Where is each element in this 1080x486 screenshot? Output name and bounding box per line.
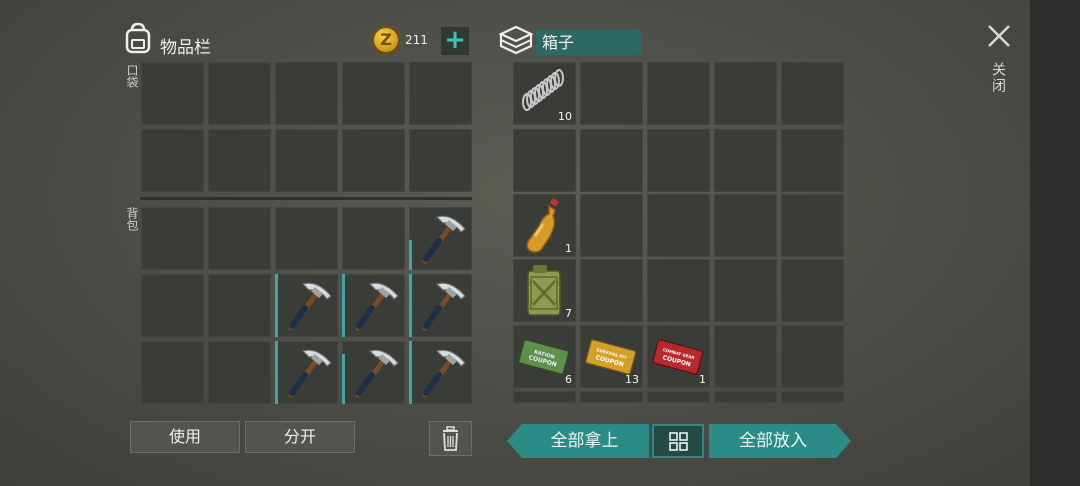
box-slot[interactable] [781, 325, 844, 388]
put-all-button[interactable]: 全部放入 [709, 424, 837, 458]
backpack-label: 背包 [125, 207, 139, 231]
box-slot[interactable] [714, 129, 777, 192]
box-slot[interactable] [513, 129, 576, 192]
pickaxe-icon [409, 207, 472, 270]
backpack-icon [125, 22, 151, 54]
backpack-slot[interactable] [141, 274, 204, 337]
use-button[interactable]: 使用 [130, 421, 240, 453]
pickaxe-icon [342, 341, 405, 404]
pickaxe-icon [275, 274, 338, 337]
split-button[interactable]: 分开 [245, 421, 355, 453]
box-slot[interactable] [580, 391, 643, 403]
backpack-slot[interactable] [409, 341, 472, 404]
backpack-slot[interactable] [141, 341, 204, 404]
backpack-slot[interactable] [208, 207, 271, 270]
box-slot[interactable] [513, 391, 576, 403]
box-slot[interactable]: RATION COUPON 6 [513, 325, 576, 388]
box-slot[interactable] [781, 259, 844, 322]
backpack-slot[interactable] [342, 274, 405, 337]
sort-grid-button[interactable] [652, 424, 704, 458]
backpack-slot[interactable] [342, 341, 405, 404]
box-slot[interactable] [781, 62, 844, 125]
box-slot[interactable]: 10 [513, 62, 576, 125]
backpack-slot[interactable] [409, 274, 472, 337]
box-slot[interactable]: 1 [513, 194, 576, 257]
box-slot[interactable] [647, 62, 710, 125]
box-slot[interactable] [781, 129, 844, 192]
box-slot[interactable]: COMBAT GEAR COUPON 1 [647, 325, 710, 388]
pocket-slot[interactable] [141, 62, 204, 125]
box-slot[interactable] [714, 391, 777, 403]
section-divider [140, 197, 472, 200]
pocket-slot[interactable] [141, 129, 204, 192]
close-icon[interactable] [985, 22, 1013, 50]
pocket-slot[interactable] [342, 62, 405, 125]
item-count: 13 [625, 373, 639, 386]
pocket-slot[interactable] [275, 129, 338, 192]
inventory-title: 物品栏 [160, 38, 211, 58]
pickaxe-icon [275, 341, 338, 404]
box-slot[interactable] [714, 194, 777, 257]
box-slot[interactable] [647, 391, 710, 403]
trash-icon [443, 426, 458, 451]
backpack-slot[interactable] [208, 274, 271, 337]
box-slot[interactable] [580, 194, 643, 257]
take-all-button[interactable]: 全部拿上 [522, 424, 647, 458]
pocket-slot[interactable] [208, 62, 271, 125]
backpack-slot[interactable] [275, 207, 338, 270]
backpack-slot[interactable] [208, 341, 271, 404]
box-title: 箱子 [536, 30, 641, 55]
grid-icon [669, 432, 688, 451]
pocket-slot[interactable] [208, 129, 271, 192]
box-slot[interactable]: SURVIVAL KIT COUPON 13 [580, 325, 643, 388]
backpack-slot[interactable] [141, 207, 204, 270]
pocket-slot[interactable] [275, 62, 338, 125]
backpack-slot[interactable] [409, 207, 472, 270]
box-slot[interactable] [580, 62, 643, 125]
pocket-slot[interactable] [342, 129, 405, 192]
box-slot[interactable] [714, 259, 777, 322]
box-slot[interactable] [781, 391, 844, 403]
item-count: 6 [565, 373, 572, 386]
box-slot[interactable] [647, 194, 710, 257]
backpack-slot[interactable] [275, 274, 338, 337]
box-slot[interactable] [580, 129, 643, 192]
pocket-slot[interactable] [409, 129, 472, 192]
item-count: 10 [558, 110, 572, 123]
backpack-slot[interactable] [342, 207, 405, 270]
box-slot[interactable] [580, 259, 643, 322]
coin-count: 211 [405, 33, 428, 47]
pocket-slot[interactable] [409, 62, 472, 125]
box-icon [498, 25, 534, 55]
item-count: 7 [565, 307, 572, 320]
right-side-panel [1030, 0, 1080, 486]
item-count: 1 [565, 242, 572, 255]
coin-icon: Z [372, 26, 400, 54]
box-slot[interactable] [714, 62, 777, 125]
box-slot[interactable] [647, 129, 710, 192]
delete-button[interactable] [429, 421, 472, 456]
close-label[interactable]: 关闭 [988, 62, 1008, 94]
pickaxe-icon [409, 274, 472, 337]
add-coins-button[interactable]: + [441, 27, 469, 55]
pocket-label: 口袋 [125, 64, 139, 88]
box-slot[interactable] [781, 194, 844, 257]
pickaxe-icon [409, 341, 472, 404]
box-slot[interactable] [647, 259, 710, 322]
box-slot[interactable] [714, 325, 777, 388]
pickaxe-icon [342, 274, 405, 337]
box-slot[interactable]: 7 [513, 259, 576, 322]
backpack-slot[interactable] [275, 341, 338, 404]
item-count: 1 [699, 373, 706, 386]
